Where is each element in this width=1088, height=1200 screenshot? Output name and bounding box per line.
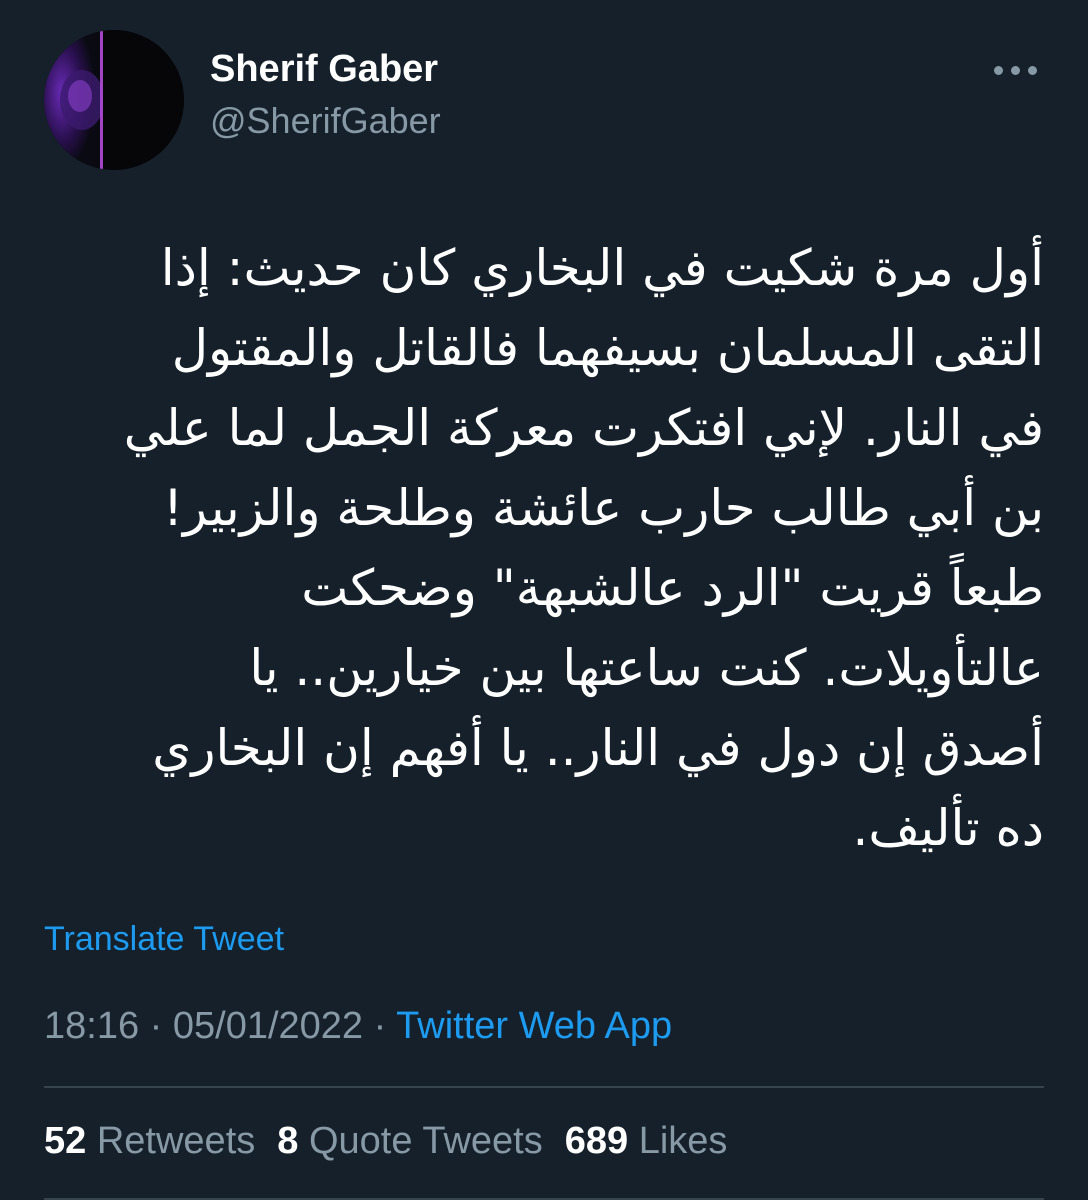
avatar-photo: [44, 30, 184, 170]
tweet-line: عالتأويلات. كنت ساعتها بين خيارين.. يا: [249, 639, 1044, 697]
likes-count: 689: [564, 1120, 629, 1162]
more-dot: [1027, 65, 1037, 75]
author-name[interactable]: Sherif Gaber: [210, 48, 438, 91]
translate-tweet-link[interactable]: Translate Tweet: [44, 920, 284, 959]
more-options-icon[interactable]: [980, 50, 1050, 90]
tweet-line: أول مرة شكيت في البخاري كان حديث: إذا: [160, 239, 1044, 297]
likes-label: Likes: [638, 1120, 728, 1162]
meta-separator: ·: [373, 1005, 387, 1047]
more-dot: [993, 65, 1003, 75]
tweet-line: التقى المسلمان بسيفهما فالقاتل والمقتول: [171, 319, 1044, 377]
more-dot: [1010, 65, 1020, 75]
likes-stat[interactable]: 689 Likes: [565, 1120, 728, 1163]
profile-avatar[interactable]: [44, 30, 184, 170]
meta-separator: ·: [149, 1005, 163, 1047]
tweet-line: أصدق إن دول في النار.. يا أفهم إن البخار…: [152, 719, 1044, 777]
tweet-line: ده تأليف.: [852, 799, 1044, 857]
divider: [44, 1086, 1044, 1088]
tweet-stats: 52 Retweets 8 Quote Tweets 689 Likes: [44, 1120, 727, 1163]
tweet-date[interactable]: 05/01/2022: [173, 1005, 363, 1047]
quote-tweets-stat[interactable]: 8 Quote Tweets: [277, 1120, 542, 1163]
quote-tweets-count: 8: [277, 1120, 299, 1162]
retweets-count: 52: [44, 1120, 87, 1162]
author-handle[interactable]: @SherifGaber: [210, 100, 441, 142]
tweet-time[interactable]: 18:16: [44, 1005, 139, 1047]
tweet-line: طبعاً قريت "الرد عالشبهة" وضحكت: [301, 559, 1044, 617]
tweet-line: في النار. لإني افتكرت معركة الجمل لما عل…: [123, 399, 1044, 457]
tweet-source-link[interactable]: Twitter Web App: [396, 1005, 672, 1047]
quote-tweets-label: Quote Tweets: [308, 1120, 543, 1162]
tweet-line: بن أبي طالب حارب عائشة وطلحة والزبير!: [162, 479, 1044, 537]
tweet-text: أول مرة شكيت في البخاري كان حديث: إذا ال…: [44, 228, 1044, 868]
retweets-label: Retweets: [96, 1120, 256, 1162]
retweets-stat[interactable]: 52 Retweets: [44, 1120, 255, 1163]
tweet-meta: 18:16 · 05/01/2022 · Twitter Web App: [44, 1005, 672, 1048]
